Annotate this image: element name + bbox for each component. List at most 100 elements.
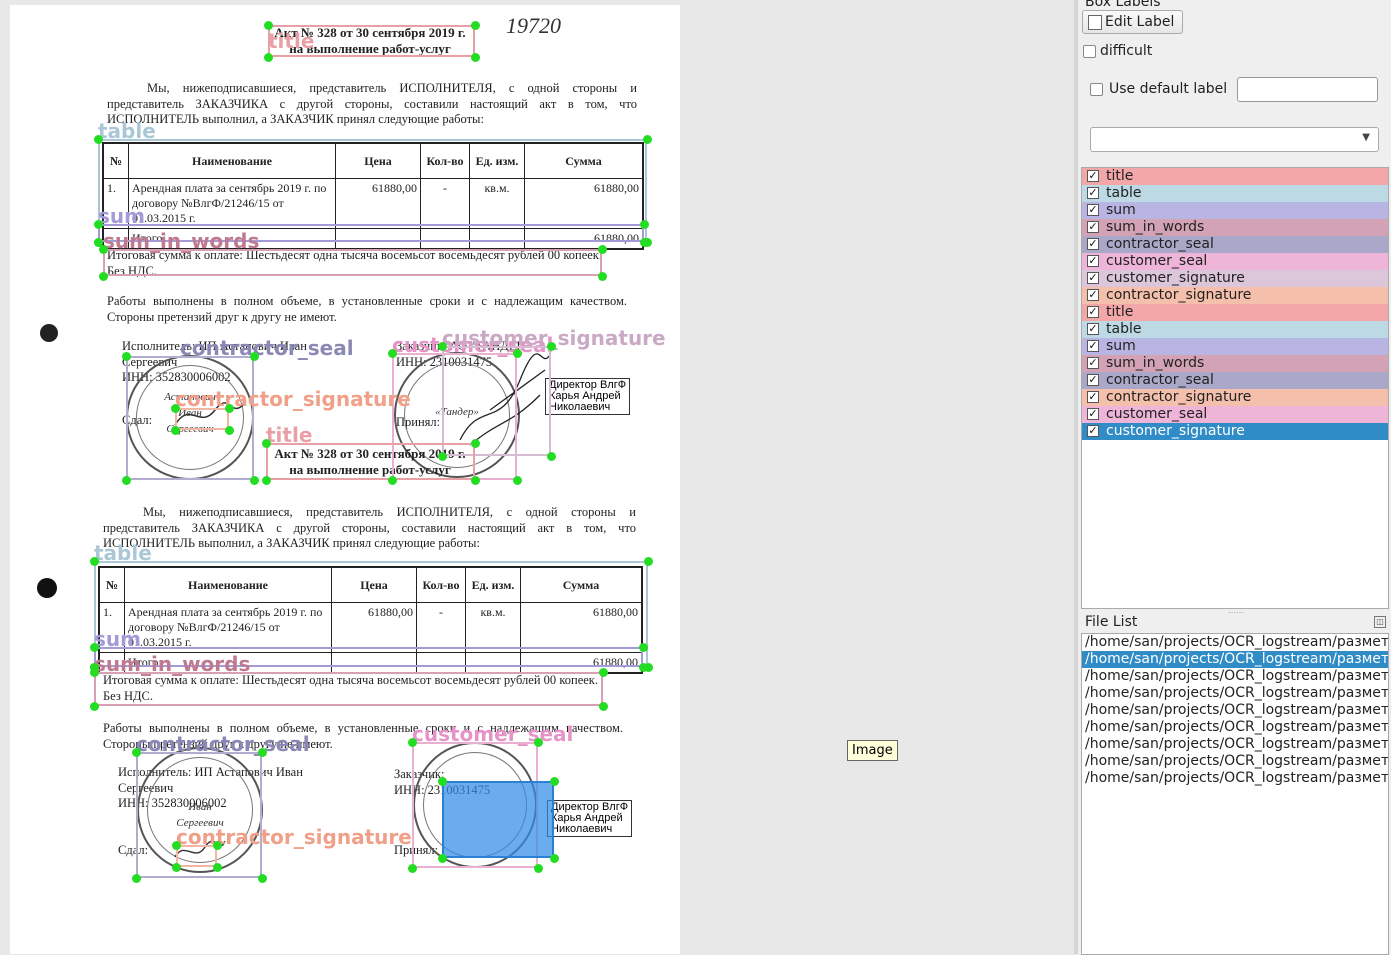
bbox-vertex-handle[interactable]: [513, 476, 522, 485]
label-list-item[interactable]: ✓ customer_signature: [1082, 423, 1388, 440]
label-visibility-checkbox[interactable]: ✓: [1087, 425, 1099, 437]
bbox-vertex-handle[interactable]: [388, 349, 397, 358]
bbox-vertex-handle[interactable]: [171, 426, 180, 435]
label-visibility-checkbox[interactable]: ✓: [1087, 323, 1099, 335]
bbox-vertex-handle[interactable]: [264, 53, 273, 62]
bbox-vertex-handle[interactable]: [599, 668, 608, 677]
bbox-contractor-signature[interactable]: [175, 408, 229, 430]
bbox-vertex-handle[interactable]: [90, 557, 99, 566]
image-canvas[interactable]: 19720 Акт № 328 от 30 сентября 2019 г. н…: [0, 0, 1074, 954]
bbox-vertex-handle[interactable]: [438, 452, 447, 461]
label-visibility-checkbox[interactable]: ✓: [1087, 187, 1099, 199]
label-list-item[interactable]: ✓ sum_in_words: [1082, 355, 1388, 372]
label-list-item[interactable]: ✓ contractor_signature: [1082, 287, 1388, 304]
bbox-vertex-handle[interactable]: [644, 557, 653, 566]
float-dock-icon[interactable]: ◫: [1374, 616, 1386, 628]
use-default-label-checkbox[interactable]: [1090, 83, 1103, 96]
label-list-item[interactable]: ✓ title: [1082, 304, 1388, 321]
bbox-vertex-handle[interactable]: [122, 352, 131, 361]
label-visibility-checkbox[interactable]: ✓: [1087, 306, 1099, 318]
bbox-vertex-handle[interactable]: [225, 426, 234, 435]
bbox-vertex-handle[interactable]: [639, 643, 648, 652]
bbox-vertex-handle[interactable]: [172, 863, 181, 872]
label-list-item[interactable]: ✓ table: [1082, 321, 1388, 338]
bbox-vertex-handle[interactable]: [534, 738, 543, 747]
bbox-title[interactable]: [266, 443, 475, 480]
bbox-vertex-handle[interactable]: [643, 135, 652, 144]
bbox-vertex-handle[interactable]: [550, 777, 559, 786]
label-visibility-checkbox[interactable]: ✓: [1087, 272, 1099, 284]
bbox-sum-in-words[interactable]: [103, 249, 602, 276]
file-list-item[interactable]: /home/san/projects/OCR_logstream/размет: [1082, 719, 1388, 736]
bbox-vertex-handle[interactable]: [90, 702, 99, 711]
bbox-vertex-handle[interactable]: [547, 452, 556, 461]
bbox-vertex-handle[interactable]: [550, 854, 559, 863]
bbox-vertex-handle[interactable]: [471, 476, 480, 485]
edit-label-button[interactable]: Edit Label: [1082, 10, 1183, 34]
bbox-vertex-handle[interactable]: [90, 643, 99, 652]
bbox-vertex-handle[interactable]: [471, 21, 480, 30]
bbox-vertex-handle[interactable]: [438, 342, 447, 351]
label-list-item[interactable]: ✓ contractor_signature: [1082, 389, 1388, 406]
bbox-vertex-handle[interactable]: [264, 21, 273, 30]
bbox-vertex-handle[interactable]: [471, 439, 480, 448]
bbox-vertex-handle[interactable]: [471, 53, 480, 62]
bbox-vertex-handle[interactable]: [640, 238, 649, 247]
bbox-vertex-handle[interactable]: [262, 476, 271, 485]
bbox-vertex-handle[interactable]: [99, 272, 108, 281]
label-visibility-checkbox[interactable]: ✓: [1087, 340, 1099, 352]
bbox-vertex-handle[interactable]: [132, 748, 141, 757]
bbox-vertex-handle[interactable]: [598, 272, 607, 281]
label-visibility-checkbox[interactable]: ✓: [1087, 408, 1099, 420]
label-visibility-checkbox[interactable]: ✓: [1087, 221, 1099, 233]
bbox-vertex-handle[interactable]: [388, 476, 397, 485]
label-combobox[interactable]: ▼: [1090, 127, 1379, 152]
bbox-vertex-handle[interactable]: [258, 748, 267, 757]
bbox-vertex-handle[interactable]: [438, 777, 447, 786]
bbox-customer-signature-selected[interactable]: [442, 781, 554, 858]
bbox-vertex-handle[interactable]: [599, 702, 608, 711]
file-list-item[interactable]: /home/san/projects/OCR_logstream/размет: [1082, 685, 1388, 702]
label-list-item[interactable]: ✓ table: [1082, 185, 1388, 202]
bbox-vertex-handle[interactable]: [262, 439, 271, 448]
bbox-vertex-handle[interactable]: [513, 349, 522, 358]
bbox-vertex-handle[interactable]: [639, 663, 648, 672]
label-list-item[interactable]: ✓ customer_signature: [1082, 270, 1388, 287]
bbox-vertex-handle[interactable]: [640, 220, 649, 229]
splitter-grip[interactable]: ⋯⋯: [1228, 608, 1244, 617]
bbox-vertex-handle[interactable]: [213, 863, 222, 872]
bbox-vertex-handle[interactable]: [99, 245, 108, 254]
file-list-item[interactable]: /home/san/projects/OCR_logstream/размет: [1082, 634, 1388, 651]
label-visibility-checkbox[interactable]: ✓: [1087, 357, 1099, 369]
file-list-item[interactable]: /home/san/projects/OCR_logstream/размет: [1082, 770, 1388, 787]
bbox-vertex-handle[interactable]: [94, 135, 103, 144]
bbox-sum-in-words[interactable]: [94, 672, 603, 706]
label-visibility-checkbox[interactable]: ✓: [1087, 238, 1099, 250]
bbox-vertex-handle[interactable]: [408, 864, 417, 873]
label-visibility-checkbox[interactable]: ✓: [1087, 391, 1099, 403]
bbox-vertex-handle[interactable]: [250, 352, 259, 361]
file-list-item[interactable]: /home/san/projects/OCR_logstream/размет: [1082, 651, 1388, 668]
label-visibility-checkbox[interactable]: ✓: [1087, 374, 1099, 386]
bbox-vertex-handle[interactable]: [94, 220, 103, 229]
file-list-item[interactable]: /home/san/projects/OCR_logstream/размет: [1082, 753, 1388, 770]
bbox-vertex-handle[interactable]: [90, 668, 99, 677]
default-label-input[interactable]: [1237, 77, 1378, 102]
label-list-item[interactable]: ✓ contractor_seal: [1082, 236, 1388, 253]
bbox-vertex-handle[interactable]: [132, 874, 141, 883]
file-list-item[interactable]: /home/san/projects/OCR_logstream/размет: [1082, 736, 1388, 753]
label-list-item[interactable]: ✓ sum: [1082, 338, 1388, 355]
label-visibility-checkbox[interactable]: ✓: [1087, 289, 1099, 301]
bbox-vertex-handle[interactable]: [250, 476, 259, 485]
bbox-vertex-handle[interactable]: [225, 404, 234, 413]
label-list-item[interactable]: ✓ title: [1082, 168, 1388, 185]
bbox-vertex-handle[interactable]: [534, 864, 543, 873]
bbox-vertex-handle[interactable]: [598, 245, 607, 254]
difficult-checkbox[interactable]: [1083, 45, 1096, 58]
label-list-item[interactable]: ✓ customer_seal: [1082, 406, 1388, 423]
bbox-vertex-handle[interactable]: [172, 841, 181, 850]
bbox-vertex-handle[interactable]: [122, 476, 131, 485]
file-list-item[interactable]: /home/san/projects/OCR_logstream/размет: [1082, 668, 1388, 685]
file-list[interactable]: /home/san/projects/OCR_logstream/размет /…: [1081, 633, 1389, 955]
label-list-item[interactable]: ✓ contractor_seal: [1082, 372, 1388, 389]
